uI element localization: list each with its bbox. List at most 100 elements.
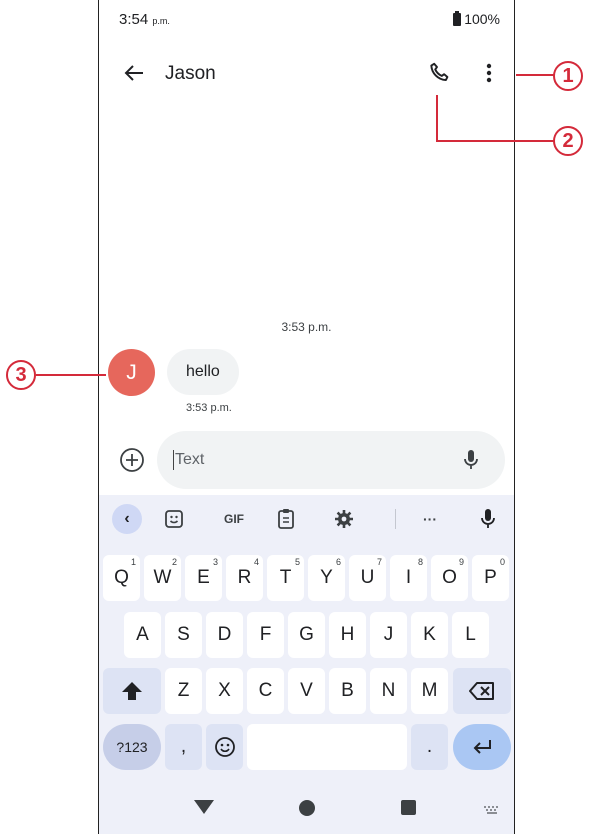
key-w[interactable]: W2 [144,555,181,601]
nav-back-icon[interactable] [194,800,214,814]
callout-3: 3 [6,360,36,390]
emoji-icon [214,737,235,757]
callout-line-3 [36,374,106,376]
gif-button[interactable]: GIF [217,506,251,532]
voice-typing-icon[interactable] [475,506,501,532]
key-label: Q [114,567,129,588]
phone-screen: 3:54 p.m. 100% Jason 3:53 p.m. J hello 3… [98,0,515,834]
key-p[interactable]: P0 [472,555,509,601]
key-d[interactable]: D [206,612,243,658]
key-hint: 5 [294,557,300,567]
keyboard: ‹ GIF ··· Q1 W2 E3 R4 T5 Y6 U7 I8 O9 P 0… [99,495,514,834]
key-a[interactable]: A [124,612,161,658]
key-y[interactable]: Y6 [308,555,345,601]
key-n[interactable]: N [370,668,407,714]
toolbar-divider [395,509,396,529]
key-f[interactable]: F [247,612,284,658]
key-hint: 8 [417,557,423,567]
callout-2: 2 [553,126,583,156]
key-m[interactable]: M [411,668,448,714]
backspace-key[interactable] [453,668,511,714]
more-tools-icon[interactable]: ··· [417,506,443,532]
keyboard-toolbar: ‹ GIF ··· [99,495,514,543]
battery-level: 100% [464,11,500,27]
key-label: P [484,567,497,588]
key-hint: 3 [212,557,218,567]
compose-input[interactable]: Text [173,450,204,470]
key-hint: 9 [458,557,464,567]
key-hint: 6 [335,557,341,567]
key-hint: 0 [499,557,505,567]
message-bubble[interactable]: hello [167,349,239,395]
key-l[interactable]: L [452,612,489,658]
emoji-key[interactable] [206,724,243,770]
key-i[interactable]: I8 [390,555,427,601]
key-o[interactable]: O9 [431,555,468,601]
callout-line-1 [516,74,554,76]
symbols-key[interactable]: ?123 [103,724,161,770]
key-t[interactable]: T5 [267,555,304,601]
key-k[interactable]: K [411,612,448,658]
add-attachment-icon[interactable] [119,447,145,473]
key-label: W [153,567,172,588]
keyboard-collapse-icon[interactable]: ‹ [112,504,142,534]
key-j[interactable]: J [370,612,407,658]
conversation-timestamp: 3:53 p.m. [281,320,332,334]
key-label: I [405,567,412,588]
key-b[interactable]: B [329,668,366,714]
key-hint: 7 [376,557,382,567]
callout-1: 1 [553,61,583,91]
shift-icon [122,682,142,700]
back-arrow-icon[interactable] [119,58,149,88]
message-timestamp: 3:53 p.m. [186,402,232,414]
shift-key[interactable] [103,668,161,714]
clipboard-icon[interactable] [273,506,299,532]
comma-key[interactable]: , [165,724,202,770]
system-navigation-bar [99,778,514,834]
key-q[interactable]: Q1 [103,555,140,601]
space-key[interactable] [247,724,407,770]
keyboard-switch-icon[interactable] [483,802,501,814]
sticker-icon[interactable] [161,506,187,532]
key-label: U [360,567,375,588]
status-time-suffix: p.m. [152,16,170,26]
phone-call-icon[interactable] [427,60,453,86]
key-u[interactable]: U7 [349,555,386,601]
key-h[interactable]: H [329,612,366,658]
contact-avatar[interactable]: J [108,349,155,396]
backspace-icon [469,682,494,700]
enter-key[interactable] [453,724,511,770]
status-time: 3:54 p.m. [119,11,170,28]
key-hint: 1 [130,557,136,567]
callout-line-2a [436,95,438,141]
voice-input-icon[interactable] [463,448,479,472]
key-label: R [237,567,252,588]
key-s[interactable]: S [165,612,202,658]
key-r[interactable]: R4 [226,555,263,601]
battery-indicator: 100% [453,10,500,27]
key-label: T [279,567,292,588]
nav-recents-icon[interactable] [401,800,416,815]
nav-home-icon[interactable] [299,800,315,816]
key-hint: 4 [253,557,259,567]
period-key[interactable]: . [411,724,448,770]
more-options-icon[interactable] [479,60,499,86]
enter-icon [473,740,491,754]
conversation-title: Jason [165,63,216,84]
key-z[interactable]: Z [165,668,202,714]
key-g[interactable]: G [288,612,325,658]
key-label: Y [320,567,333,588]
compose-field[interactable]: Text [157,431,505,489]
battery-icon [453,10,462,26]
settings-gear-icon[interactable] [331,506,357,532]
callout-line-2b [436,140,554,142]
key-label: O [442,567,457,588]
app-bar: Jason [99,52,514,96]
key-x[interactable]: X [206,668,243,714]
status-bar: 3:54 p.m. 100% [99,0,514,34]
key-hint: 2 [171,557,177,567]
key-c[interactable]: C [247,668,284,714]
key-v[interactable]: V [288,668,325,714]
key-e[interactable]: E3 [185,555,222,601]
status-time-value: 3:54 [119,11,149,28]
